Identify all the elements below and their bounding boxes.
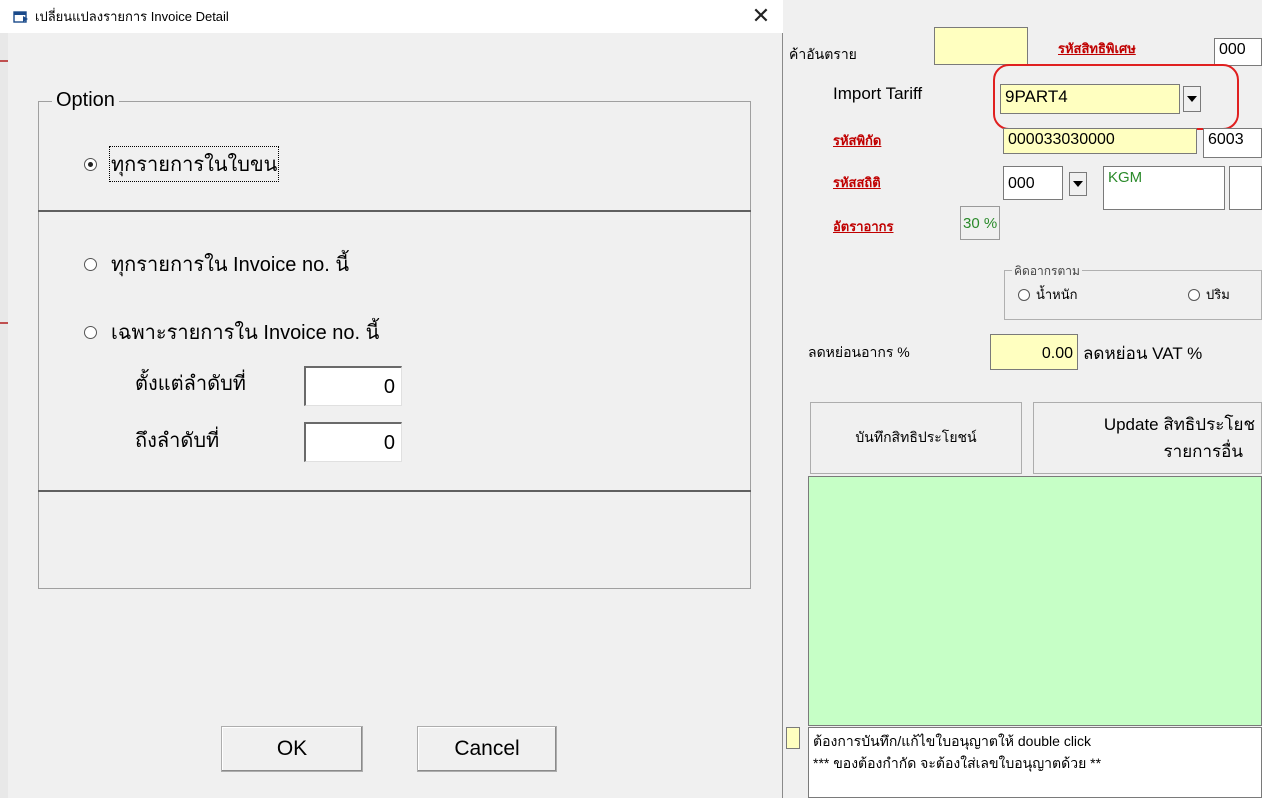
instruction-line-1: ต้องการบันทึก/แก้ไขใบอนุญาตให้ double cl…	[813, 733, 1092, 749]
save-privilege-label: บันทึกสิทธิประโยชน์	[855, 429, 977, 445]
radio-indicator	[84, 257, 97, 271]
option-only-in-invoice-label: เฉพาะรายการใน Invoice no. นี้	[111, 322, 380, 344]
cancel-label: Cancel	[454, 737, 520, 760]
dialog-left-edge	[0, 0, 8, 798]
update-privilege-label-line2: รายการอื่น	[1163, 442, 1243, 461]
ok-button[interactable]: OK	[221, 726, 363, 772]
radio-circle	[1018, 288, 1030, 301]
window-icon	[13, 10, 29, 24]
statistic-code-select[interactable]: 000	[1003, 166, 1063, 200]
tariff-code-extra-field[interactable]: 6003	[1203, 128, 1262, 158]
option-legend: Option	[52, 89, 119, 112]
duty-reduction-field[interactable]: 0.00	[990, 334, 1078, 370]
highlight-annotation	[993, 64, 1239, 130]
privilege-grid[interactable]	[808, 476, 1262, 726]
dialog-titlebar[interactable]: เปลี่ยนแปลงรายการ Invoice Detail ✕	[0, 0, 783, 33]
privilege-code-link[interactable]: รหัสสิทธิพิเศษ	[1058, 38, 1136, 59]
unit-extra-field[interactable]	[1229, 166, 1262, 210]
radio-indicator	[84, 325, 97, 339]
range-from-input[interactable]: 0	[304, 366, 402, 406]
option-all-in-bl-label: ทุกรายการในใบขน	[108, 146, 280, 182]
ok-label: OK	[276, 737, 308, 760]
range-from-label: ตั้งแต่ลำดับที่	[135, 373, 246, 395]
edge-tick	[0, 322, 8, 324]
option-only-in-invoice-radio[interactable]: เฉพาะรายการใน Invoice no. นี้	[84, 316, 379, 348]
edge-tick	[0, 60, 8, 62]
option-separator	[38, 210, 751, 212]
dialog-title: เปลี่ยนแปลงรายการ Invoice Detail	[35, 9, 229, 24]
range-to-label: ถึงลำดับที่	[135, 430, 220, 452]
option-all-in-bl-radio[interactable]: ทุกรายการในใบขน	[84, 146, 280, 182]
by-weight-label: น้ำหนัก	[1036, 287, 1078, 302]
close-icon[interactable]: ✕	[749, 3, 773, 28]
radio-selected-indicator	[84, 157, 97, 171]
by-quantity-radio[interactable]: ปริม	[1188, 284, 1230, 305]
statistic-code-dropdown-button[interactable]	[1069, 172, 1087, 196]
dangerous-goods-field[interactable]	[934, 27, 1028, 65]
duty-calc-legend: คิดอากรตาม	[1012, 262, 1082, 281]
option-all-in-invoice-radio[interactable]: ทุกรายการใน Invoice no. นี้	[84, 248, 349, 280]
chevron-down-icon	[1073, 181, 1083, 187]
save-privilege-button[interactable]: บันทึกสิทธิประโยชน์	[810, 402, 1022, 474]
privilege-code-field[interactable]: 000	[1214, 38, 1262, 66]
vat-reduction-label: ลดหย่อน VAT %	[1083, 344, 1203, 363]
duty-rate-field: 30 %	[960, 206, 1000, 240]
duty-rate-link[interactable]: อัตราอากร	[833, 216, 894, 237]
duty-reduction-label: ลดหย่อนอากร %	[808, 344, 910, 360]
small-indicator-field	[786, 727, 800, 749]
by-quantity-label: ปริม	[1206, 287, 1230, 302]
update-privilege-button[interactable]: Update สิทธิประโยช รายการอื่น	[1033, 402, 1262, 474]
update-privilege-label-line1: Update สิทธิประโยช	[1103, 415, 1255, 434]
radio-circle	[1188, 288, 1200, 301]
dangerous-goods-label: ค้าอันตราย	[789, 46, 857, 62]
invoice-detail-dialog: เปลี่ยนแปลงรายการ Invoice Detail ✕ Optio…	[0, 0, 783, 798]
statistic-code-link[interactable]: รหัสสถิติ	[833, 172, 881, 193]
import-tariff-label: Import Tariff	[833, 84, 923, 103]
license-instructions: ต้องการบันทึก/แก้ไขใบอนุญาตให้ double cl…	[808, 727, 1262, 798]
option-all-in-invoice-label: ทุกรายการใน Invoice no. นี้	[111, 254, 350, 276]
range-to-input[interactable]: 0	[304, 422, 402, 462]
instruction-line-2: *** ของต้องกำกัด จะต้องใส่เลขใบอนุญาตด้ว…	[813, 755, 1102, 771]
cancel-button[interactable]: Cancel	[417, 726, 557, 772]
option-separator	[38, 490, 751, 492]
by-weight-radio[interactable]: น้ำหนัก	[1018, 284, 1078, 305]
unit-field[interactable]: KGM	[1103, 166, 1225, 210]
tariff-code-link[interactable]: รหัสพิกัด	[833, 130, 881, 151]
tariff-code-field[interactable]: 000033030000	[1003, 128, 1197, 154]
